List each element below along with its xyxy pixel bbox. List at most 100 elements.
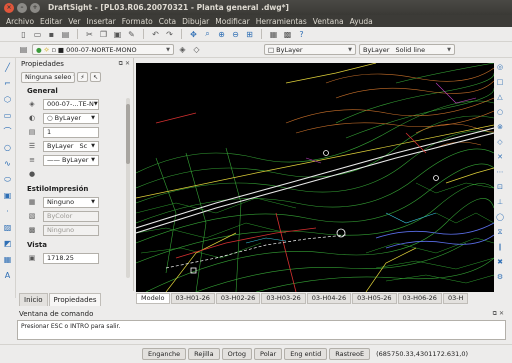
select-objects-icon[interactable]: ↖ — [90, 72, 101, 82]
scale-field[interactable]: 1 — [43, 126, 99, 138]
parallel-icon[interactable]: ∥ — [495, 242, 505, 252]
snap-icon[interactable]: ◎ — [495, 62, 505, 72]
extension-icon[interactable]: ⋯ — [495, 167, 505, 177]
tab-layout[interactable]: 03-H06-26 — [397, 292, 442, 304]
rectangle-icon[interactable]: ▭ — [2, 110, 13, 121]
cut-icon[interactable]: ✂ — [84, 29, 95, 40]
block-icon[interactable]: ▣ — [2, 190, 13, 201]
point-icon[interactable]: · — [2, 206, 13, 217]
float-icon[interactable]: ⧉ — [119, 60, 123, 68]
menu-herramientas[interactable]: Herramientas — [256, 17, 307, 26]
window-maximize-button[interactable]: + — [30, 2, 40, 13]
line-icon[interactable]: ╱ — [2, 62, 13, 73]
pan-icon[interactable]: ✥ — [188, 29, 199, 40]
open-folder-icon[interactable]: ▭ — [32, 29, 43, 40]
undo-icon[interactable]: ↶ — [150, 29, 161, 40]
arc-icon[interactable]: ⌒ — [2, 126, 13, 137]
properties-icon[interactable]: ▦ — [268, 29, 279, 40]
tab-modelo[interactable]: Modelo — [136, 292, 170, 304]
entity-snap-toggle[interactable]: Eng entid — [284, 348, 328, 360]
copy-icon[interactable]: ❐ — [98, 29, 109, 40]
menu-archivo[interactable]: Archivo — [6, 17, 34, 26]
properties-scrollbar[interactable] — [126, 98, 130, 278]
zoom-previous-icon[interactable]: ⊖ — [230, 29, 241, 40]
polyline-icon[interactable]: ⌐ — [2, 78, 13, 89]
tab-layout[interactable]: 03-H01-26 — [170, 292, 215, 304]
center-icon[interactable]: ○ — [495, 107, 505, 117]
hatch-icon[interactable]: ▨ — [2, 222, 13, 233]
menu-ayuda[interactable]: Ayuda — [350, 17, 373, 26]
grid-toggle[interactable]: Rejilla — [188, 348, 220, 360]
menu-editar[interactable]: Editar — [40, 17, 62, 26]
nearest-icon[interactable]: ⧖ — [495, 227, 505, 237]
zoom-realtime-icon[interactable]: ⌕ — [202, 29, 213, 40]
polygon-icon[interactable]: ⬡ — [2, 94, 13, 105]
print-icon[interactable]: ▤ — [60, 29, 71, 40]
quadrant-icon[interactable]: ◇ — [495, 137, 505, 147]
endpoint-icon[interactable]: □ — [495, 77, 505, 87]
design-resources-icon[interactable]: ▩ — [282, 29, 293, 40]
ellipse-icon[interactable]: ⬭ — [2, 174, 13, 185]
clear-snaps-icon[interactable]: ✖ — [495, 257, 505, 267]
layer-combo[interactable]: ● ☼ ▫ ■ 000-07-NORTE-MONO ▼ — [32, 44, 174, 55]
region-icon[interactable]: ◩ — [2, 238, 13, 249]
redo-icon[interactable]: ↷ — [164, 29, 175, 40]
layer-make-current-icon[interactable]: ◇ — [191, 44, 202, 55]
view-field[interactable]: 1718.25 — [43, 252, 99, 264]
tab-propiedades[interactable]: Propiedades — [48, 293, 102, 306]
menu-ventana[interactable]: Ventana — [313, 17, 344, 26]
quick-select-icon[interactable]: ⚡ — [77, 72, 88, 82]
circle-icon[interactable]: ○ — [2, 142, 13, 153]
insertion-icon[interactable]: ⊡ — [495, 182, 505, 192]
snap-settings-icon[interactable]: ⚙ — [495, 272, 505, 282]
save-icon[interactable]: ▪ — [46, 29, 57, 40]
color-field[interactable]: ○ ByLayer ▼ — [43, 112, 99, 124]
menu-ver[interactable]: Ver — [68, 17, 80, 26]
close-icon[interactable]: ✕ — [499, 310, 504, 318]
paste-icon[interactable]: ▣ — [112, 29, 123, 40]
node-icon[interactable]: ⊗ — [495, 122, 505, 132]
linestyle-field[interactable]: ByLayer Sc ▼ — [43, 140, 99, 152]
midpoint-icon[interactable]: △ — [495, 92, 505, 102]
intersection-icon[interactable]: ✕ — [495, 152, 505, 162]
menu-modificar[interactable]: Modificar — [215, 17, 249, 26]
tab-layout[interactable]: 03-H02-26 — [215, 292, 261, 304]
tracking-toggle[interactable]: RastreoE — [329, 348, 371, 360]
zoom-extents-icon[interactable]: ⊞ — [244, 29, 255, 40]
menu-dibujar[interactable]: Dibujar — [182, 17, 209, 26]
color-combo[interactable]: □ ByLayer ▼ — [264, 44, 356, 55]
help-icon[interactable]: ? — [296, 29, 307, 40]
menu-cota[interactable]: Cota — [159, 17, 176, 26]
text-icon[interactable]: A — [2, 270, 13, 281]
window-minimize-button[interactable]: – — [17, 2, 27, 13]
menu-formato[interactable]: Formato — [122, 17, 153, 26]
layer-previous-icon[interactable]: ◈ — [177, 44, 188, 55]
layer-field[interactable]: 000-07-...TE-N ▼ — [43, 98, 99, 110]
tab-layout[interactable]: 03-H04-26 — [306, 292, 352, 304]
tab-layout[interactable]: 03-H — [442, 292, 469, 304]
zoom-window-icon[interactable]: ⊕ — [216, 29, 227, 40]
layer-manager-icon[interactable]: ▤ — [18, 44, 29, 55]
match-properties-icon[interactable]: ✎ — [126, 29, 137, 40]
print-style-field[interactable]: Ninguno ▼ — [43, 196, 99, 208]
perpendicular-icon[interactable]: ⊥ — [495, 197, 505, 207]
ortho-toggle[interactable]: Ortog — [221, 348, 253, 360]
tab-layout[interactable]: 03-H03-26 — [261, 292, 306, 304]
tab-layout[interactable]: 03-H05-26 — [352, 292, 397, 304]
spline-icon[interactable]: ∿ — [2, 158, 13, 169]
window-close-button[interactable]: × — [4, 2, 14, 13]
new-file-icon[interactable]: ▯ — [18, 29, 29, 40]
float-icon[interactable]: ⧉ — [493, 310, 497, 318]
lineweight-field[interactable]: —— ByLayer ▼ — [43, 154, 99, 166]
tangent-icon[interactable]: ◯ — [495, 212, 505, 222]
drawing-canvas[interactable] — [136, 63, 494, 292]
tab-inicio[interactable]: Inicio — [19, 293, 48, 306]
menu-insertar[interactable]: Insertar — [87, 17, 116, 26]
selection-combo[interactable]: Ninguna seleo ▼ — [21, 71, 75, 83]
command-output[interactable]: Presionar ESC o INTRO para salir. — [17, 320, 506, 340]
close-icon[interactable]: ✕ — [125, 60, 130, 68]
linestyle-combo[interactable]: ByLayer Solid line ▼ — [359, 44, 455, 55]
polar-toggle[interactable]: Polar — [254, 348, 283, 360]
table-icon[interactable]: ▦ — [2, 254, 13, 265]
snap-toggle[interactable]: Enganche — [142, 348, 187, 360]
